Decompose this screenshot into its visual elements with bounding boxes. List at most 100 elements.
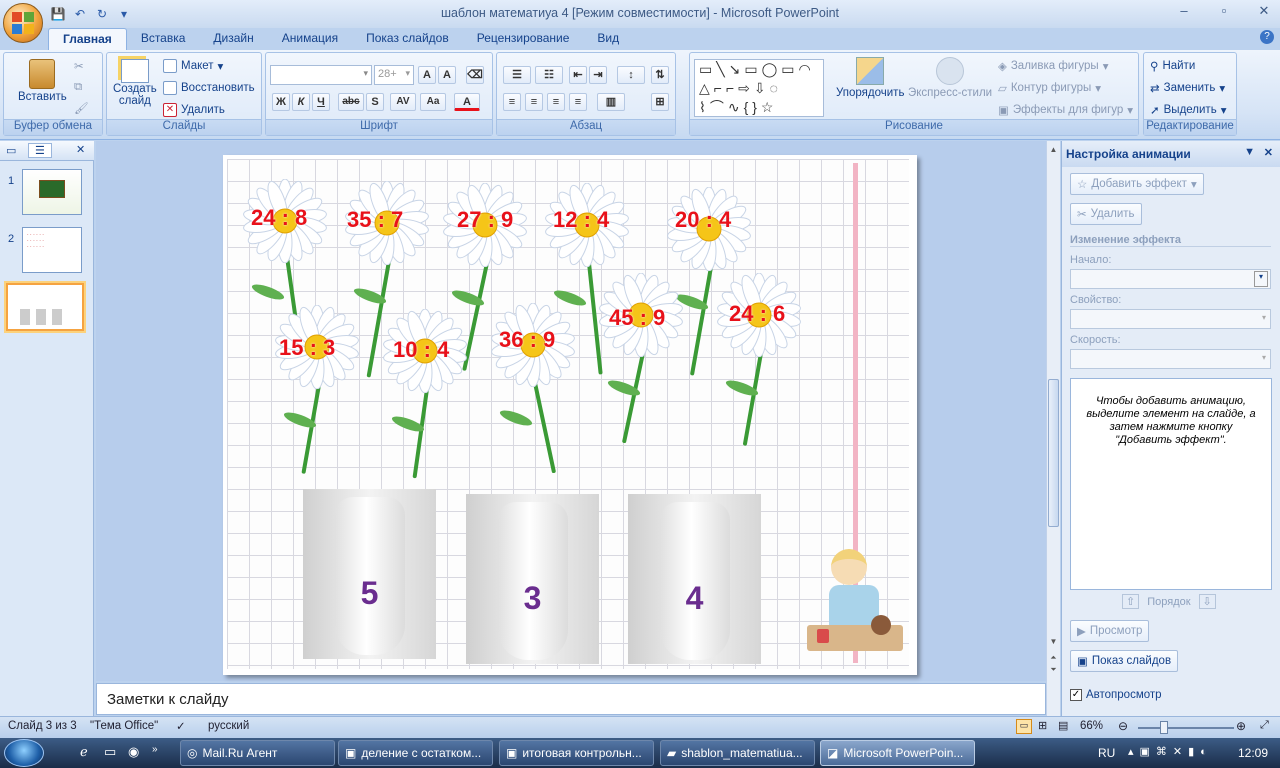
close-task-pane-icon[interactable]: ✕ bbox=[1264, 146, 1273, 159]
close-pane-icon[interactable]: ✕ bbox=[76, 143, 85, 156]
line-spacing-icon[interactable]: ↕ bbox=[617, 66, 645, 84]
change-case-button[interactable]: Aa bbox=[420, 93, 446, 111]
format-painter-icon[interactable]: 🖌 bbox=[74, 101, 89, 115]
zoom-out-icon[interactable]: ⊖ bbox=[1118, 719, 1128, 733]
taskbar-item[interactable]: ▣ итоговая контрольн... bbox=[499, 740, 654, 766]
smartart-icon[interactable]: ⊞ bbox=[651, 93, 669, 111]
find-button[interactable]: ⚲ Найти bbox=[1150, 59, 1195, 73]
scroll-thumb[interactable] bbox=[1048, 379, 1059, 527]
shadow-button[interactable]: S bbox=[366, 93, 384, 111]
taskbar-item[interactable]: ▣ деление с остатком... bbox=[338, 740, 493, 766]
bold-button[interactable]: Ж bbox=[272, 93, 290, 111]
replace-button[interactable]: ⇄ Заменить ▾ bbox=[1150, 81, 1225, 95]
select-button[interactable]: ➚ Выделить ▾ bbox=[1150, 103, 1226, 117]
zoom-in-icon[interactable]: ⊕ bbox=[1236, 719, 1246, 733]
font-family-select[interactable]: ▾ bbox=[270, 65, 372, 85]
zoom-level[interactable]: 66% bbox=[1080, 720, 1103, 732]
bullets-icon[interactable]: ☰ bbox=[503, 66, 531, 84]
media-player-icon[interactable]: ◉ bbox=[128, 744, 139, 760]
scroll-up-icon[interactable]: ▲ bbox=[1048, 145, 1059, 155]
font-size-select[interactable]: 28+ ▾ bbox=[374, 65, 414, 85]
save-icon[interactable]: 💾 bbox=[50, 6, 66, 22]
slide-thumbnail-1[interactable] bbox=[22, 169, 82, 215]
increase-indent-icon[interactable]: ⇥ bbox=[589, 66, 607, 84]
tab-home[interactable]: Главная bbox=[48, 28, 127, 50]
paste-button[interactable]: Вставить bbox=[18, 59, 67, 103]
reset-button[interactable]: Восстановить bbox=[163, 81, 255, 95]
scroll-down-icon[interactable]: ▼ bbox=[1048, 637, 1059, 647]
quick-styles-button[interactable]: Экспресс-стили bbox=[908, 57, 992, 99]
tab-review[interactable]: Рецензирование bbox=[463, 28, 584, 50]
slide-sorter-icon[interactable]: ⊞ bbox=[1038, 719, 1047, 732]
slide-scrollbar[interactable]: ▲ ▼ ⏶ ⏷ bbox=[1046, 141, 1060, 716]
strikethrough-button[interactable]: abc bbox=[338, 93, 364, 111]
tab-design[interactable]: Дизайн bbox=[199, 28, 267, 50]
font-color-button[interactable]: A bbox=[454, 93, 480, 111]
slide-thumbnail-3[interactable] bbox=[4, 281, 86, 333]
layout-button[interactable]: Макет ▾ bbox=[163, 59, 223, 73]
align-center-icon[interactable]: ≡ bbox=[525, 93, 543, 111]
tab-view[interactable]: Вид bbox=[583, 28, 633, 50]
play-button[interactable]: ▶ Просмотр bbox=[1070, 620, 1150, 642]
vase[interactable]: 4 bbox=[628, 494, 761, 664]
ie-icon[interactable]: ℯ bbox=[80, 744, 88, 760]
shrink-font-icon[interactable]: A bbox=[438, 66, 456, 84]
help-icon[interactable]: ? bbox=[1260, 30, 1274, 44]
customize-qat-icon[interactable]: ▾ bbox=[116, 6, 132, 22]
start-select[interactable]: ▾ bbox=[1070, 269, 1271, 289]
justify-icon[interactable]: ≡ bbox=[569, 93, 587, 111]
copy-icon[interactable]: ⧉ bbox=[74, 81, 82, 94]
autopreview-option[interactable]: ✓ Автопросмотр bbox=[1070, 689, 1162, 701]
property-select[interactable]: ▾ bbox=[1070, 309, 1271, 329]
align-right-icon[interactable]: ≡ bbox=[547, 93, 565, 111]
numbering-icon[interactable]: ☷ bbox=[535, 66, 563, 84]
undo-icon[interactable]: ↶ bbox=[72, 6, 88, 22]
show-desktop-icon[interactable]: ▭ bbox=[104, 744, 116, 760]
taskbar-item[interactable]: ▰ shablon_matematiua... bbox=[660, 740, 815, 766]
tab-slideshow[interactable]: Показ слайдов bbox=[352, 28, 463, 50]
shapes-gallery[interactable]: ▭╲↘▭◯▭◠ △⌐⌐⇨⇩◌ ⌇⌒∿{}☆ bbox=[694, 59, 824, 117]
zoom-thumb[interactable] bbox=[1160, 721, 1168, 734]
outline-tab-icon[interactable]: ☰ bbox=[28, 143, 52, 158]
clear-format-icon[interactable]: ⌫ bbox=[466, 66, 484, 84]
move-down-icon[interactable]: ⇩ bbox=[1198, 594, 1216, 609]
fit-to-window-icon[interactable]: ⤢ bbox=[1260, 719, 1269, 732]
minimize-icon[interactable]: – bbox=[1174, 3, 1194, 19]
underline-button[interactable]: Ч bbox=[312, 93, 330, 111]
shape-fill-button[interactable]: ◈ Заливка фигуры ▾ bbox=[998, 59, 1108, 73]
animation-list[interactable]: Чтобы добавить анимацию, выделите элемен… bbox=[1070, 378, 1272, 590]
shape-outline-button[interactable]: ▱ Контур фигуры ▾ bbox=[998, 81, 1101, 95]
clock[interactable]: 12:09 bbox=[1238, 746, 1268, 760]
italic-button[interactable]: К bbox=[292, 93, 310, 111]
slideshow-view-icon[interactable]: ▤ bbox=[1058, 719, 1068, 732]
delete-slide-button[interactable]: ✕ Удалить bbox=[163, 103, 225, 117]
maximize-icon[interactable]: ▫ bbox=[1214, 3, 1234, 19]
tray-icons[interactable]: ▴▣⌘✕▮◐ bbox=[1128, 745, 1213, 758]
align-left-icon[interactable]: ≡ bbox=[503, 93, 521, 111]
taskbar-item[interactable]: ◎ Mail.Ru Агент bbox=[180, 740, 335, 766]
tab-insert[interactable]: Вставка bbox=[127, 28, 200, 50]
boy-illustration[interactable] bbox=[807, 545, 907, 665]
taskbar-item-active[interactable]: ◪ Microsoft PowerPoin... bbox=[820, 740, 975, 766]
speed-select[interactable]: ▾ bbox=[1070, 349, 1271, 369]
language-status[interactable]: русский bbox=[208, 720, 249, 732]
next-slide-icon[interactable]: ⏷ bbox=[1048, 665, 1059, 675]
office-button[interactable] bbox=[3, 3, 43, 43]
redo-icon[interactable]: ↻ bbox=[94, 6, 110, 22]
spellcheck-icon[interactable]: ✓ bbox=[176, 719, 186, 733]
notes-pane[interactable]: Заметки к слайду bbox=[96, 683, 1046, 715]
language-indicator[interactable]: RU bbox=[1098, 746, 1115, 760]
normal-view-icon[interactable]: ▭ bbox=[1016, 719, 1032, 734]
slideshow-button[interactable]: ▣ Показ слайдов bbox=[1070, 650, 1179, 672]
arrange-button[interactable]: Упорядочить bbox=[836, 57, 904, 99]
columns-icon[interactable]: ▥ bbox=[597, 93, 625, 111]
tab-animation[interactable]: Анимация bbox=[268, 28, 352, 50]
previous-slide-icon[interactable]: ⏶ bbox=[1048, 653, 1059, 663]
slide-thumbnail-2[interactable]: · · · · · · · · · · · · · · · · · · bbox=[22, 227, 82, 273]
cut-icon[interactable]: ✂ bbox=[74, 59, 84, 73]
quicklaunch-more-icon[interactable]: » bbox=[152, 744, 158, 755]
add-effect-button[interactable]: ☆ Добавить эффект ▾ bbox=[1070, 173, 1204, 195]
start-button[interactable] bbox=[4, 739, 44, 767]
remove-effect-button[interactable]: ✂ Удалить bbox=[1070, 203, 1142, 225]
close-icon[interactable]: ✕ bbox=[1254, 3, 1274, 19]
